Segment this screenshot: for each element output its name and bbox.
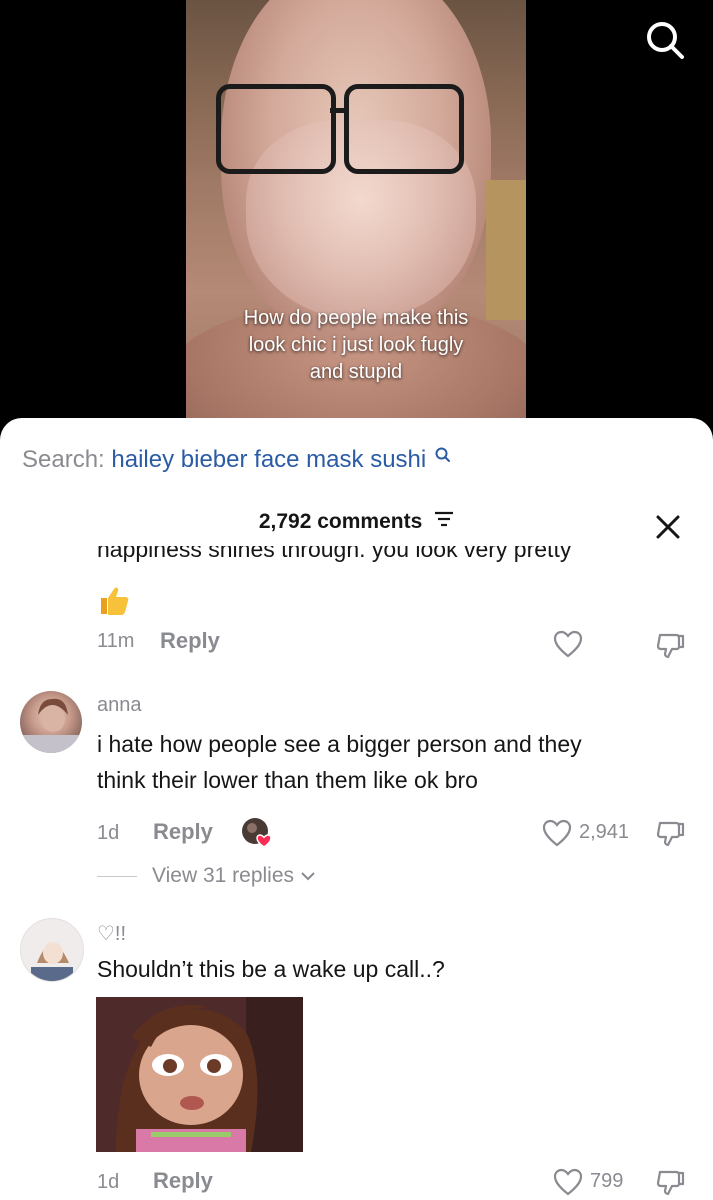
video-caption-line: How do people make this: [243, 307, 469, 329]
related-search[interactable]: Search: hailey bieber face mask sushi: [22, 446, 452, 474]
avatar[interactable]: [20, 918, 84, 982]
search-icon[interactable]: [640, 15, 690, 65]
comment-time: 1d: [97, 822, 120, 844]
glasses-left-lens: [216, 84, 336, 174]
heart-icon[interactable]: [553, 630, 583, 658]
comment-text: happiness shines through. you look very …: [97, 546, 572, 562]
background-door: [486, 180, 526, 320]
comments-sheet: Search: hailey bieber face mask sushi 2,…: [0, 418, 713, 1200]
search-query-link[interactable]: hailey bieber face mask sushi: [111, 446, 426, 473]
comment-username[interactable]: ♡!!: [97, 921, 126, 946]
comment-time: 11m: [97, 630, 135, 652]
video-caption-overlay: How do people make this look chic i just…: [186, 305, 526, 386]
comment-text-line: i hate how people see a bigger person an…: [97, 731, 582, 757]
glasses-bridge: [330, 108, 346, 113]
avatar[interactable]: [20, 691, 82, 753]
comment-username[interactable]: anna: [97, 694, 142, 717]
comment-time: 1d: [97, 1171, 120, 1193]
reply-button[interactable]: Reply: [153, 1168, 213, 1194]
reply-button[interactable]: Reply: [160, 628, 220, 654]
dislike-icon[interactable]: [656, 630, 686, 660]
glasses-right-lens: [344, 84, 464, 174]
video-caption-line: and stupid: [309, 361, 403, 383]
like-count: 799: [590, 1170, 624, 1192]
view-replies-button[interactable]: View 31 replies: [152, 864, 316, 888]
thumbs-up-icon: [97, 583, 131, 617]
creator-liked-badge: [240, 816, 274, 850]
sort-icon[interactable]: [434, 510, 454, 534]
reply-button[interactable]: Reply: [153, 819, 213, 845]
dislike-icon[interactable]: [656, 818, 686, 848]
heart-icon[interactable]: [542, 819, 572, 847]
comment-text: i hate how people see a bigger person an…: [97, 726, 687, 798]
close-icon[interactable]: [655, 514, 681, 540]
search-label: Search:: [22, 446, 105, 473]
comment-gif-image[interactable]: [96, 997, 303, 1152]
comment-text-line: think their lower than them like ok bro: [97, 767, 478, 793]
comments-header: 2,792 comments: [0, 510, 713, 534]
chevron-down-icon: [301, 872, 315, 881]
comments-count: 2,792 comments: [258, 510, 423, 533]
view-replies-label: View 31 replies: [152, 864, 295, 887]
like-count: 2,941: [579, 821, 630, 843]
replies-divider: [97, 876, 137, 877]
search-icon: [435, 447, 450, 462]
heart-icon[interactable]: [553, 1168, 583, 1196]
comments-list[interactable]: happiness shines through. you look very …: [0, 546, 713, 1200]
dislike-icon[interactable]: [656, 1167, 686, 1197]
comment-text: Shouldn’t this be a wake up call..?: [97, 956, 445, 982]
video-caption-line: look chic i just look fugly: [248, 334, 464, 356]
